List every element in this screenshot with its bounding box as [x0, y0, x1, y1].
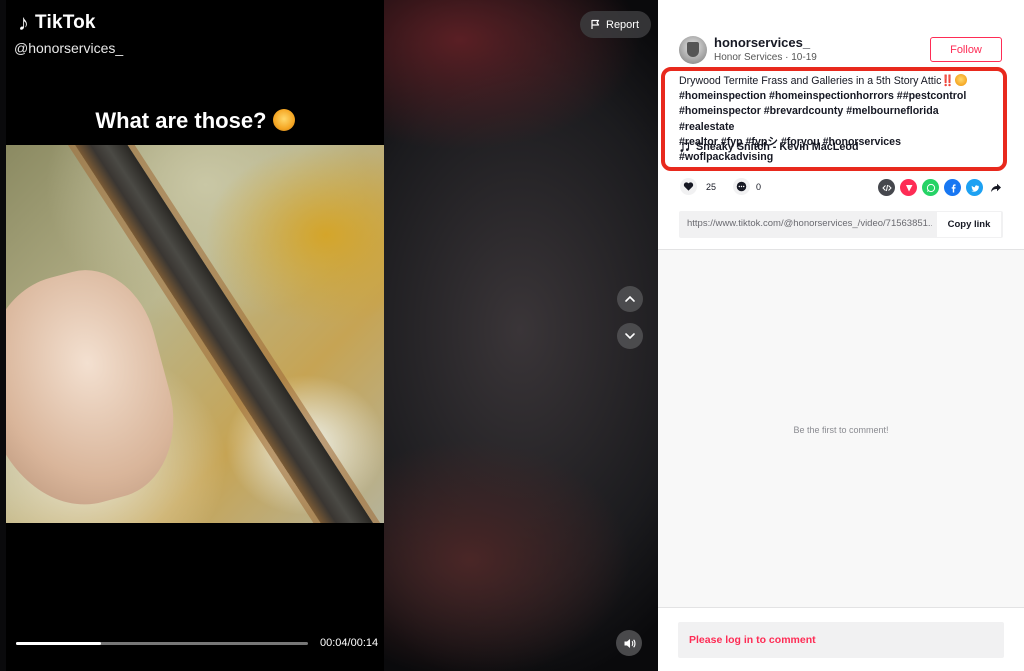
- music-note-icon: [680, 141, 690, 152]
- facebook-share-button[interactable]: [944, 179, 961, 196]
- copy-link-row: https://www.tiktok.com/@honorservices_/v…: [679, 211, 1003, 238]
- video-caption-overlay: What are those?: [6, 108, 384, 134]
- hashtags-line[interactable]: #homeinspector #brevardcounty #melbourne…: [679, 104, 994, 134]
- comment-count: 0: [756, 182, 762, 192]
- speaker-icon: [624, 638, 635, 648]
- chevron-down-icon: [625, 333, 635, 340]
- video-area: ♪ TikTok @honorservices_ What are those?…: [0, 0, 658, 671]
- report-button[interactable]: Report: [580, 11, 652, 38]
- volume-button[interactable]: [616, 630, 642, 656]
- video-progress-fill: [16, 642, 101, 645]
- video-url[interactable]: https://www.tiktok.com/@honorservices_/v…: [687, 218, 932, 229]
- send-icon: [905, 184, 912, 191]
- follow-button[interactable]: Follow: [930, 37, 1002, 62]
- video-frame[interactable]: [6, 145, 384, 523]
- send-to-friends-button[interactable]: [900, 179, 917, 196]
- video-time: 00:04/00:14: [320, 637, 379, 649]
- copy-link-button[interactable]: Copy link: [937, 212, 1001, 237]
- double-exclamation-icon: ‼️: [941, 75, 955, 87]
- more-share-button[interactable]: [987, 179, 1004, 196]
- hand-image: [6, 255, 193, 523]
- avatar[interactable]: [679, 36, 707, 64]
- comment-button[interactable]: [733, 178, 750, 195]
- twitter-icon: [970, 184, 979, 192]
- author-username[interactable]: honorservices_: [714, 35, 810, 50]
- next-video-button[interactable]: [617, 323, 643, 349]
- video-progress-bar[interactable]: [16, 642, 308, 645]
- tiktok-logo: ♪ TikTok: [18, 12, 96, 34]
- twitter-share-button[interactable]: [966, 179, 983, 196]
- video-handle: @honorservices_: [14, 40, 124, 56]
- like-count: 25: [706, 182, 717, 192]
- share-arrow-icon: [990, 183, 1001, 192]
- chevron-up-icon: [625, 295, 635, 302]
- empty-comments-text: Be the first to comment!: [793, 425, 889, 435]
- action-row: 25 0: [658, 176, 1024, 200]
- tiktok-note-icon: ♪: [18, 10, 29, 35]
- report-label: Report: [606, 18, 640, 31]
- flag-icon: [591, 19, 600, 29]
- video-caption-text: What are those?: [95, 108, 267, 133]
- whatsapp-share-button[interactable]: [922, 179, 939, 196]
- heart-icon: [683, 182, 694, 191]
- whatsapp-icon: [926, 183, 935, 192]
- description-title: Drywood Termite Frass and Galleries in a…: [679, 75, 942, 87]
- comment-dots-icon: [736, 181, 747, 192]
- scream-emoji-icon: [954, 74, 967, 86]
- shield-logo-icon: [687, 42, 699, 57]
- comment-footer: Please log in to comment: [658, 607, 1024, 671]
- scream-emoji-icon: [272, 109, 295, 131]
- login-to-comment-button[interactable]: Please log in to comment: [678, 622, 1004, 658]
- embed-button[interactable]: [878, 179, 895, 196]
- author-nickname-date: Honor Services · 10-19: [714, 52, 817, 63]
- hashtags-line[interactable]: #homeinspection #homeinspectionhorrors #…: [679, 89, 994, 104]
- comments-area: Be the first to comment!: [658, 249, 1024, 607]
- music-link[interactable]: Sneaky Snitch - Kevin MacLeod: [679, 141, 859, 153]
- facebook-icon: [951, 183, 956, 192]
- music-title: Sneaky Snitch - Kevin MacLeod: [696, 141, 859, 153]
- like-button[interactable]: [680, 178, 697, 195]
- previous-video-button[interactable]: [617, 286, 643, 312]
- embed-icon: [881, 184, 892, 191]
- tiktok-wordmark: TikTok: [35, 12, 96, 33]
